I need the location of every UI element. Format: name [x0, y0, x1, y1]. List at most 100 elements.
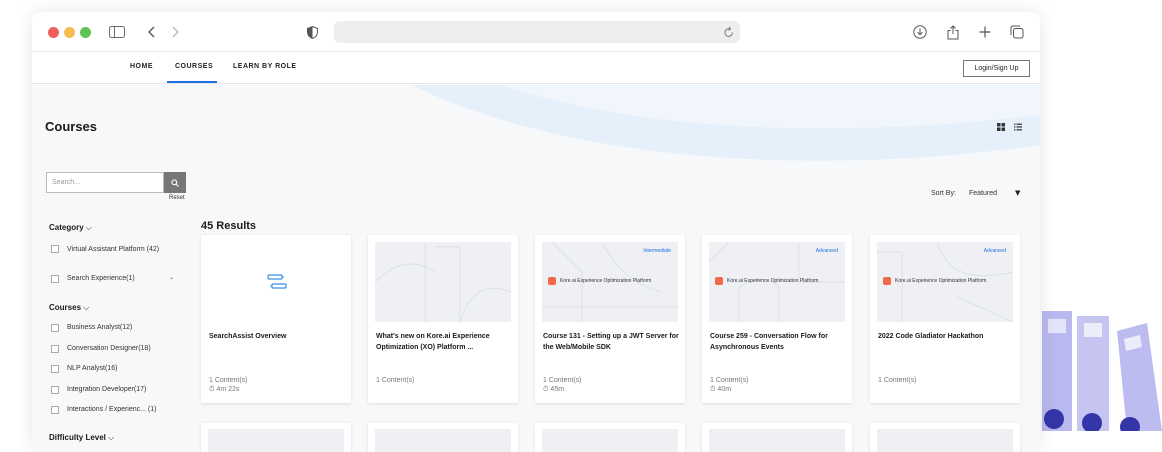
minimize-window-button[interactable] [64, 27, 75, 38]
filter-heading-difficulty[interactable]: Difficulty Level ⌵ [49, 433, 114, 443]
chevron-down-icon[interactable]: ▼ [1015, 189, 1020, 197]
search-button[interactable] [164, 172, 186, 193]
clock-icon: ⏱ [209, 386, 214, 393]
clock-icon: ⏱ [710, 386, 715, 393]
card-thumbnail [208, 242, 344, 322]
address-bar[interactable] [334, 21, 740, 43]
brand-label: Kore.ai Experience Optimization Platform [548, 277, 651, 285]
browser-window: HOME COURSES LEARN BY ROLE Login/Sign Up… [32, 12, 1040, 452]
nav-home[interactable]: HOME [130, 63, 153, 70]
checkbox[interactable] [51, 365, 59, 373]
grid-view-icon[interactable] [997, 123, 1005, 133]
browser-titlebar [32, 12, 1040, 52]
card-title[interactable]: 2022 Code Gladiator Hackathon [878, 331, 1014, 342]
brand-label: Kore.ai Experience Optimization Platform [715, 277, 818, 285]
card-title[interactable]: SearchAssist Overview [209, 331, 345, 342]
card-thumbnail [877, 429, 1013, 452]
card-title[interactable]: Course 259 - Conversation Flow for Async… [710, 331, 846, 353]
brand-label: Kore.ai Experience Optimization Platform [883, 277, 986, 285]
card-thumbnail: Advanced Kore.ai Experience Optimization… [709, 242, 845, 322]
difficulty-badge: Advanced [816, 248, 838, 254]
checkbox[interactable] [51, 245, 59, 253]
card-meta: 1 Content(s) ⏱ 4m 22s [209, 376, 248, 394]
searchassist-logo-icon [267, 274, 287, 290]
checkbox[interactable] [51, 386, 59, 394]
course-card[interactable]: Advanced Kore.ai Experience Optimization… [870, 235, 1020, 403]
course-card[interactable]: What's new on Kore.ai Experience Optimiz… [368, 235, 518, 403]
reload-icon[interactable] [724, 25, 734, 43]
card-title[interactable]: What's new on Kore.ai Experience Optimiz… [376, 331, 512, 353]
card-thumbnail [375, 429, 511, 452]
duration: ⏱ 40m [710, 385, 749, 394]
new-tab-icon[interactable] [975, 22, 995, 42]
kore-logo-icon [715, 277, 723, 285]
chevron-down-icon[interactable]: ⌄ [169, 274, 174, 281]
login-signup-button[interactable]: Login/Sign Up [963, 60, 1030, 77]
chevron-down-icon: ⌵ [108, 433, 114, 442]
forward-icon[interactable] [166, 22, 186, 42]
kore-logo-icon [548, 277, 556, 285]
reset-filters-link[interactable]: Reset [169, 195, 185, 201]
checkbox[interactable] [51, 275, 59, 283]
close-window-button[interactable] [48, 27, 59, 38]
download-icon[interactable] [910, 22, 930, 42]
difficulty-badge: Intermediate [643, 248, 671, 254]
filter-heading-courses[interactable]: Courses ⌵ [49, 303, 89, 313]
sort-select[interactable]: Featured [969, 190, 997, 197]
card-thumbnail: Advanced Kore.ai Experience Optimization… [877, 242, 1013, 322]
shield-icon[interactable] [302, 22, 322, 42]
checkbox[interactable] [51, 406, 59, 414]
nav-learn-by-role[interactable]: LEARN BY ROLE [233, 63, 297, 70]
sidebar-icon[interactable] [107, 22, 127, 42]
maximize-window-button[interactable] [80, 27, 91, 38]
course-card[interactable] [702, 423, 852, 452]
course-card[interactable] [535, 423, 685, 452]
card-title[interactable]: Course 131 - Setting up a JWT Server for… [543, 331, 679, 353]
checkbox[interactable] [51, 345, 59, 353]
filter-option[interactable]: Search Experience(1) [51, 275, 135, 283]
course-card[interactable] [368, 423, 518, 452]
card-thumbnail: Intermediate Kore.ai Experience Optimiza… [542, 242, 678, 322]
back-icon[interactable] [141, 22, 161, 42]
courses-page: Courses Search... Reset Sort By: Feature… [32, 85, 1040, 452]
course-card[interactable]: Intermediate Kore.ai Experience Optimiza… [535, 235, 685, 403]
duration: ⏱ 4m 22s [209, 385, 248, 394]
card-thumbnail [208, 429, 344, 452]
thumbnail-pattern [375, 242, 511, 322]
chevron-down-icon: ⌵ [83, 303, 89, 312]
site-nav: HOME COURSES LEARN BY ROLE [32, 52, 1040, 84]
card-meta: 1 Content(s) ⏱ 45m [543, 376, 582, 394]
clock-icon: ⏱ [543, 386, 548, 393]
course-card[interactable] [201, 423, 351, 452]
share-icon[interactable] [943, 22, 963, 42]
search-input[interactable]: Search... [46, 172, 164, 193]
search-icon [171, 179, 179, 187]
list-view-icon[interactable] [1014, 123, 1022, 133]
sort-by-label: Sort By: [931, 190, 956, 197]
tabs-icon[interactable] [1007, 22, 1027, 42]
filter-option[interactable]: Interactions / Experienc... (1) [51, 406, 156, 414]
card-thumbnail [709, 429, 845, 452]
course-card[interactable] [870, 423, 1020, 452]
checkbox[interactable] [51, 324, 59, 332]
nav-active-indicator [167, 81, 217, 83]
results-count: 45 Results [201, 220, 256, 232]
course-card[interactable]: Advanced Kore.ai Experience Optimization… [702, 235, 852, 403]
duration: ⏱ 45m [543, 385, 582, 394]
difficulty-badge: Advanced [984, 248, 1006, 254]
card-thumbnail [542, 429, 678, 452]
filter-option[interactable]: Conversation Designer(18) [51, 345, 151, 353]
filter-option[interactable]: Virtual Assistant Platform (42) [51, 245, 171, 254]
course-card[interactable]: SearchAssist Overview 1 Content(s) ⏱ 4m … [201, 235, 351, 403]
filter-option[interactable]: Business Analyst(12) [51, 324, 132, 332]
filter-option[interactable]: NLP Analyst(16) [51, 365, 117, 373]
filter-heading-category[interactable]: Category ⌵ [49, 223, 92, 233]
card-meta: 1 Content(s) ⏱ 40m [710, 376, 749, 394]
card-meta: 1 Content(s) [376, 376, 415, 385]
chevron-down-icon: ⌵ [86, 223, 92, 232]
nav-courses[interactable]: COURSES [175, 63, 213, 70]
page-title: Courses [45, 119, 97, 134]
card-thumbnail [375, 242, 511, 322]
kore-logo-icon [883, 277, 891, 285]
filter-option[interactable]: Integration Developer(17) [51, 386, 146, 394]
